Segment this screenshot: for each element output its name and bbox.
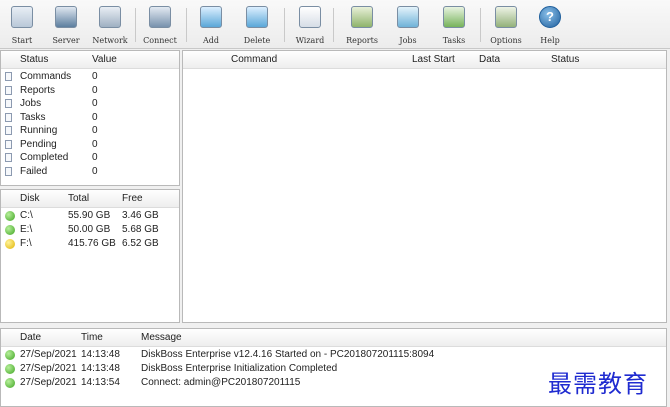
disk-panel: Disk Total Free C:\ 55.90 GB 3.46 GB E:\… (0, 189, 180, 323)
connect-icon (149, 6, 171, 28)
disk-row-f[interactable]: F:\ 415.76 GB 6.52 GB (1, 237, 179, 251)
log-ok-icon (5, 378, 15, 388)
wizard-button[interactable]: Wizard (288, 6, 332, 48)
document-icon (5, 99, 12, 108)
reports-icon (351, 6, 373, 28)
network-icon (99, 6, 121, 28)
network-button[interactable]: Network (88, 6, 132, 48)
status-row-reports[interactable]: Reports 0 (1, 84, 179, 98)
watermark-text: 最需教育 (548, 370, 648, 398)
log-panel-header: Date Time Message (1, 329, 666, 347)
column-header-command[interactable]: Command (231, 54, 277, 65)
column-header-status[interactable]: Status (551, 54, 579, 65)
tasks-button[interactable]: Tasks (432, 6, 476, 48)
server-icon (55, 6, 77, 28)
add-button[interactable]: Add (189, 6, 233, 48)
document-icon (5, 85, 12, 95)
toolbar-separator (333, 8, 334, 42)
column-header-date[interactable]: Date (20, 332, 41, 343)
column-header-last-start[interactable]: Last Start (412, 54, 455, 65)
status-panel-header: Status Value (1, 51, 179, 69)
reports-button[interactable]: Reports (340, 6, 384, 48)
options-button[interactable]: Options (484, 6, 528, 48)
toolbar-separator (284, 8, 285, 42)
toolbar-separator (480, 8, 481, 42)
disk-row-e[interactable]: E:\ 50.00 GB 5.68 GB (1, 223, 179, 237)
help-button[interactable]: ? Help (528, 6, 572, 48)
document-icon (5, 139, 12, 149)
toolbar-separator (135, 8, 136, 42)
log-row[interactable]: 27/Sep/2021 14:13:48 DiskBoss Enterprise… (1, 348, 666, 362)
status-row-pending[interactable]: Pending 0 (1, 138, 179, 152)
jobs-icon (397, 6, 419, 28)
column-header-time[interactable]: Time (81, 332, 103, 343)
document-icon (5, 153, 12, 162)
start-button[interactable]: Start (0, 6, 44, 48)
disk-status-warning-icon (5, 239, 15, 249)
status-row-running[interactable]: Running 0 (1, 124, 179, 138)
log-ok-icon (5, 350, 15, 360)
jobs-button[interactable]: Jobs (386, 6, 430, 48)
toolbar-separator (186, 8, 187, 42)
disk-row-c[interactable]: C:\ 55.90 GB 3.46 GB (1, 209, 179, 223)
log-ok-icon (5, 364, 15, 374)
status-panel: Status Value Commands 0 Reports 0 Jobs 0… (0, 50, 180, 186)
column-header-free[interactable]: Free (122, 193, 143, 204)
column-header-value[interactable]: Value (92, 54, 117, 65)
commands-panel: Command Last Start Data Status (182, 50, 667, 323)
disk-panel-header: Disk Total Free (1, 190, 179, 208)
column-header-data[interactable]: Data (479, 54, 500, 65)
options-icon (495, 6, 517, 28)
delete-button[interactable]: Delete (235, 6, 279, 48)
start-icon (11, 6, 33, 28)
disk-status-ok-icon (5, 225, 15, 235)
wizard-icon (299, 6, 321, 28)
status-row-commands[interactable]: Commands 0 (1, 70, 179, 84)
commands-panel-header: Command Last Start Data Status (183, 51, 666, 69)
status-row-jobs[interactable]: Jobs 0 (1, 97, 179, 111)
document-icon (5, 72, 12, 81)
tasks-icon (443, 6, 465, 28)
column-header-disk[interactable]: Disk (20, 193, 39, 204)
document-icon (5, 126, 12, 135)
column-header-status[interactable]: Status (20, 54, 48, 65)
connect-button[interactable]: Connect (138, 6, 182, 48)
document-icon (5, 166, 12, 176)
status-row-completed[interactable]: Completed 0 (1, 151, 179, 165)
status-row-tasks[interactable]: Tasks 0 (1, 111, 179, 125)
add-folder-icon (200, 6, 222, 28)
help-icon: ? (539, 6, 561, 28)
toolbar: Start Server Network Connect Add Delete … (0, 0, 670, 49)
document-icon (5, 112, 12, 122)
delete-folder-icon (246, 6, 268, 28)
server-button[interactable]: Server (44, 6, 88, 48)
status-row-failed[interactable]: Failed 0 (1, 165, 179, 179)
column-header-total[interactable]: Total (68, 193, 89, 204)
disk-status-ok-icon (5, 211, 15, 221)
column-header-message[interactable]: Message (141, 332, 182, 343)
